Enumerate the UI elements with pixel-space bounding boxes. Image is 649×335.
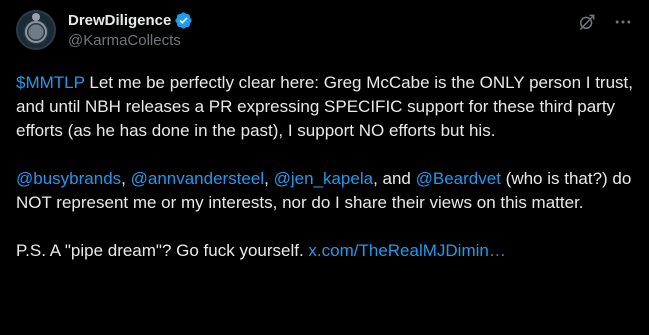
avatar[interactable] (16, 10, 56, 50)
post-paragraph-2: @busybrands, @annvandersteel, @jen_kapel… (16, 167, 636, 215)
post-text: Let me be perfectly clear here: Greg McC… (16, 73, 633, 140)
post-header: DrewDiligence @KarmaCollects (16, 8, 633, 56)
more-icon[interactable] (613, 12, 633, 32)
mention-link[interactable]: @jen_kapela (274, 169, 374, 188)
grok-icon[interactable] (577, 12, 597, 32)
post-actions (577, 12, 633, 32)
post-paragraph-1: $MMTLP Let me be perfectly clear here: G… (16, 71, 636, 143)
author-name-row: DrewDiligence (68, 10, 193, 30)
cashtag-link[interactable]: $MMTLP (16, 73, 85, 92)
author-handle[interactable]: @KarmaCollects (68, 32, 193, 49)
author-identity: DrewDiligence @KarmaCollects (68, 10, 193, 49)
verified-badge-icon (175, 11, 192, 29)
post-paragraph-3: P.S. A "pipe dream"? Go fuck yourself. x… (16, 239, 636, 263)
external-link[interactable]: x.com/TheRealMJDimin… (308, 241, 505, 260)
author-display-name[interactable]: DrewDiligence (68, 12, 171, 29)
mention-link[interactable]: @Beardvet (416, 169, 501, 188)
separator-text: , (264, 169, 274, 188)
mention-link[interactable]: @busybrands (16, 169, 121, 188)
separator-text: , (121, 169, 131, 188)
post-text: P.S. A "pipe dream"? Go fuck yourself. (16, 241, 309, 260)
mention-link[interactable]: @annvandersteel (131, 169, 265, 188)
separator-text: , and (373, 169, 416, 188)
post-body: $MMTLP Let me be perfectly clear here: G… (16, 71, 636, 263)
